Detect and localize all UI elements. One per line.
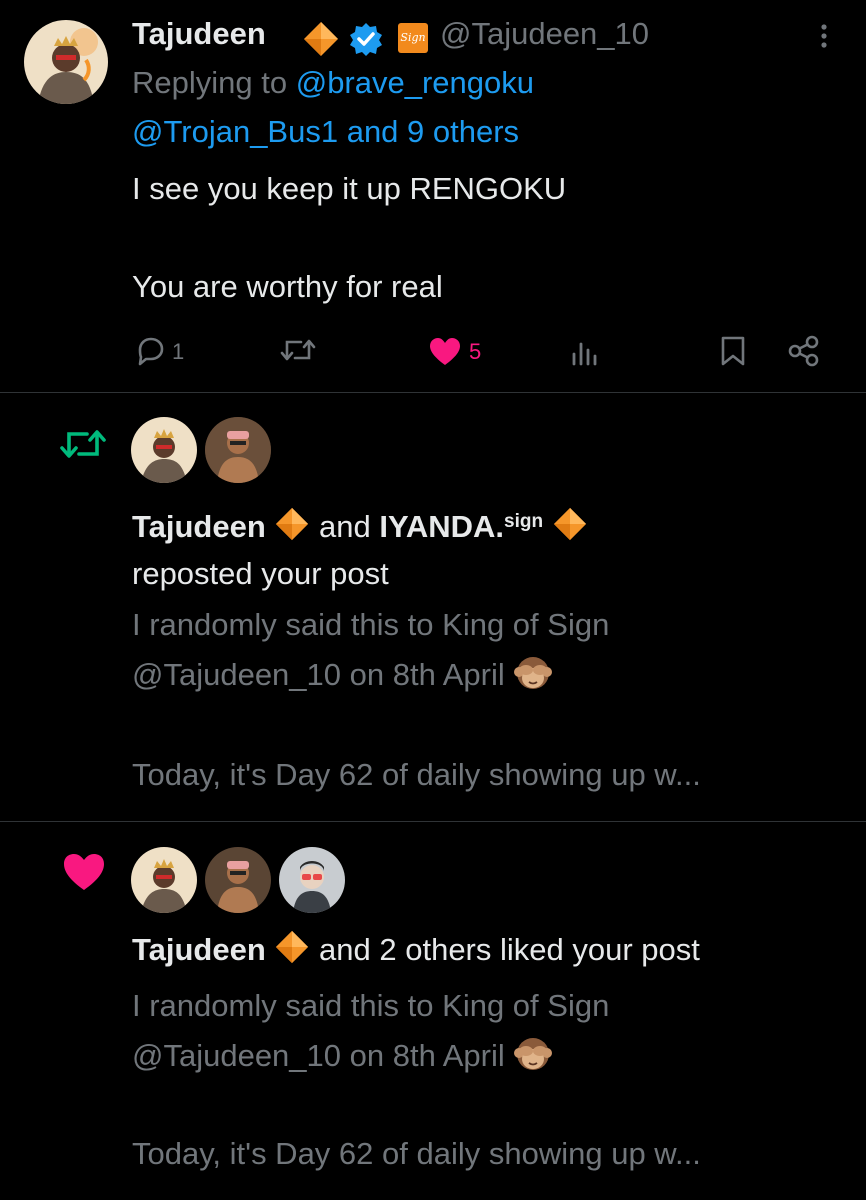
- tweet-body-line2: You are worthy for real: [132, 263, 443, 311]
- gem-badge-icon: [276, 507, 309, 541]
- see-no-evil-monkey-icon: [514, 1038, 553, 1070]
- reply-icon: [138, 337, 164, 366]
- like-headline: Tajudeen and 2 others liked your post: [132, 926, 700, 974]
- replying-to-line: Replying to @brave_rengoku: [132, 59, 534, 107]
- repost-notification-icon: [60, 430, 106, 458]
- author-name[interactable]: Tajudeen: [132, 16, 266, 52]
- liker-avatar-3[interactable]: [279, 847, 345, 913]
- share-icon: [788, 335, 819, 367]
- views-icon: [572, 342, 597, 366]
- reposter-name-2[interactable]: IYANDA.: [379, 509, 504, 544]
- replying-user-link[interactable]: @brave_rengoku: [296, 65, 534, 100]
- liker-avatar-2[interactable]: [205, 847, 271, 913]
- repost-icon: [280, 339, 316, 361]
- divider-2: [0, 821, 866, 822]
- repost-headline-line1: Tajudeen and IYANDA.sign: [132, 498, 588, 551]
- verified-badge-icon: [350, 23, 382, 56]
- repost-preview-text3: Today, it's Day 62 of daily showing up w…: [132, 757, 701, 792]
- repost-preview-line2[interactable]: @Tajudeen_10 on 8th April: [132, 651, 553, 699]
- like-preview-text3: Today, it's Day 62 of daily showing up w…: [132, 1136, 701, 1171]
- bookmark-button[interactable]: [718, 334, 748, 368]
- like-preview-line3[interactable]: Today, it's Day 62 of daily showing up w…: [132, 1130, 701, 1178]
- repost-button[interactable]: [278, 334, 322, 368]
- like-preview-text2: @Tajudeen_10 on 8th April: [132, 1038, 505, 1073]
- tweet-body-text2: You are worthy for real: [132, 269, 443, 304]
- divider-1: [0, 392, 866, 393]
- repost-preview-text2: @Tajudeen_10 on 8th April: [132, 657, 505, 692]
- affiliate-badge-icon: Sign: [398, 23, 428, 53]
- gem-badge-icon: [553, 507, 586, 541]
- reply-button[interactable]: 1: [134, 334, 194, 368]
- repost-action-text: reposted your post: [132, 550, 389, 598]
- notifications-page: Tajudeen Sign @Tajudeen_10 Replying to @…: [0, 0, 866, 1200]
- reposter-name-1[interactable]: Tajudeen: [132, 509, 266, 544]
- repost-preview-text1: I randomly said this to King of Sign: [132, 607, 610, 642]
- like-preview-line1[interactable]: I randomly said this to King of Sign: [132, 982, 609, 1030]
- share-button[interactable]: [786, 334, 822, 368]
- bookmark-icon: [721, 336, 745, 366]
- liker-avatar-1[interactable]: [131, 847, 197, 913]
- reposter-avatar-2[interactable]: [205, 417, 271, 483]
- reply-count: 1: [172, 339, 185, 364]
- more-options-icon[interactable]: [812, 22, 836, 52]
- replying-others-text[interactable]: @Trojan_Bus1 and 9 others: [132, 114, 519, 149]
- repost-preview-line3[interactable]: Today, it's Day 62 of daily showing up w…: [132, 751, 701, 799]
- reposter-avatar-1[interactable]: [131, 417, 197, 483]
- like-action: and 2 others liked your post: [319, 932, 700, 967]
- like-count: 5: [469, 339, 482, 364]
- repost-action: reposted your post: [132, 556, 389, 591]
- replying-prefix: Replying to: [132, 65, 288, 100]
- like-preview-text1: I randomly said this to King of Sign: [132, 988, 610, 1023]
- views-button[interactable]: [568, 336, 602, 368]
- like-notification-heart-icon: [64, 854, 104, 890]
- liker-name-1[interactable]: Tajudeen: [132, 932, 266, 967]
- replying-others-link[interactable]: @Trojan_Bus1 and 9 others: [132, 108, 519, 156]
- repost-preview-line1[interactable]: I randomly said this to King of Sign: [132, 601, 609, 649]
- tweet-body-line1: I see you keep it up RENGOKU: [132, 165, 566, 213]
- gem-badge-icon: [304, 22, 338, 56]
- gem-badge-icon: [276, 930, 309, 964]
- reposter-name-2-suffix: sign: [504, 511, 544, 532]
- like-heart-icon: [430, 338, 460, 365]
- affiliate-badge-label: Sign: [400, 31, 426, 44]
- author-handle[interactable]: @Tajudeen_10: [440, 16, 649, 52]
- author-handle-text[interactable]: @Tajudeen_10: [440, 16, 649, 51]
- see-no-evil-monkey-icon: [514, 657, 553, 689]
- author-name-text[interactable]: Tajudeen: [132, 16, 266, 51]
- like-button[interactable]: 5: [428, 334, 492, 368]
- repost-connector: and: [319, 509, 371, 544]
- like-preview-line2[interactable]: @Tajudeen_10 on 8th April: [132, 1032, 553, 1080]
- author-avatar[interactable]: [24, 20, 108, 104]
- tweet-body-text1: I see you keep it up RENGOKU: [132, 171, 567, 206]
